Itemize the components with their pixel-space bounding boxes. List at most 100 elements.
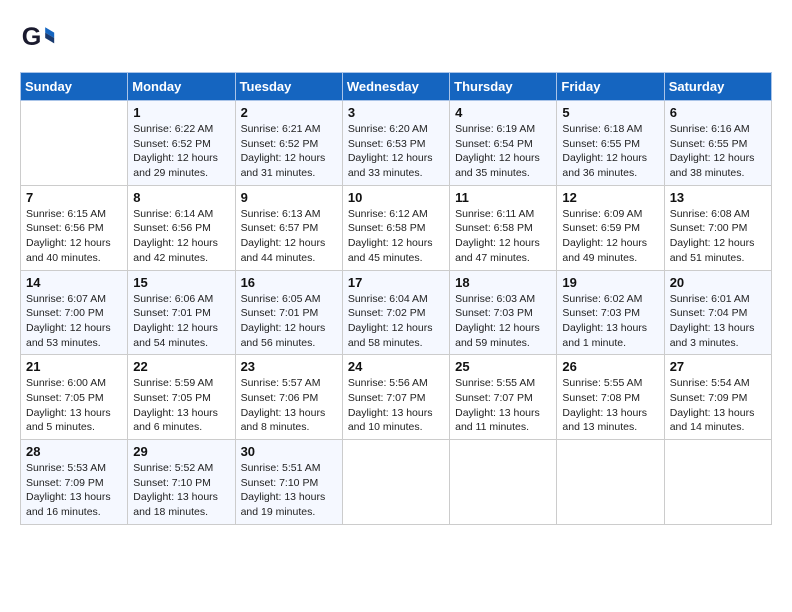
day-info: Sunrise: 6:18 AM Sunset: 6:55 PM Dayligh… [562, 122, 658, 181]
day-number: 27 [670, 359, 766, 374]
day-info: Sunrise: 6:08 AM Sunset: 7:00 PM Dayligh… [670, 207, 766, 266]
day-number: 22 [133, 359, 229, 374]
calendar-cell: 23 Sunrise: 5:57 AM Sunset: 7:06 PM Dayli… [235, 355, 342, 440]
day-number: 23 [241, 359, 337, 374]
weekday-header-saturday: Saturday [664, 73, 771, 101]
week-row-2: 7 Sunrise: 6:15 AM Sunset: 6:56 PM Daylig… [21, 185, 772, 270]
day-number: 4 [455, 105, 551, 120]
weekday-header-wednesday: Wednesday [342, 73, 449, 101]
calendar-cell: 20Sunrise: 6:01 AM Sunset: 7:04 PM Dayli… [664, 270, 771, 355]
calendar-body: 1 Sunrise: 6:22 AM Sunset: 6:52 PM Daylig… [21, 101, 772, 525]
day-number: 17 [348, 275, 444, 290]
day-info: Sunrise: 6:00 AM Sunset: 7:05 PM Dayligh… [26, 376, 122, 435]
calendar-cell: 6 Sunrise: 6:16 AM Sunset: 6:55 PM Daylig… [664, 101, 771, 186]
day-info: Sunrise: 5:51 AM Sunset: 7:10 PM Dayligh… [241, 461, 337, 520]
weekday-header-monday: Monday [128, 73, 235, 101]
calendar-cell: 7 Sunrise: 6:15 AM Sunset: 6:56 PM Daylig… [21, 185, 128, 270]
calendar-cell: 24Sunrise: 5:56 AM Sunset: 7:07 PM Dayli… [342, 355, 449, 440]
day-info: Sunrise: 6:16 AM Sunset: 6:55 PM Dayligh… [670, 122, 766, 181]
day-number: 2 [241, 105, 337, 120]
calendar-cell: 29Sunrise: 5:52 AM Sunset: 7:10 PM Dayli… [128, 440, 235, 525]
calendar-table: SundayMondayTuesdayWednesdayThursdayFrid… [20, 72, 772, 525]
calendar-cell: 9 Sunrise: 6:13 AM Sunset: 6:57 PM Daylig… [235, 185, 342, 270]
day-info: Sunrise: 6:20 AM Sunset: 6:53 PM Dayligh… [348, 122, 444, 181]
day-info: Sunrise: 5:54 AM Sunset: 7:09 PM Dayligh… [670, 376, 766, 435]
day-info: Sunrise: 6:09 AM Sunset: 6:59 PM Dayligh… [562, 207, 658, 266]
day-number: 24 [348, 359, 444, 374]
calendar-cell [557, 440, 664, 525]
day-number: 18 [455, 275, 551, 290]
day-info: Sunrise: 6:11 AM Sunset: 6:58 PM Dayligh… [455, 207, 551, 266]
calendar-cell: 5 Sunrise: 6:18 AM Sunset: 6:55 PM Daylig… [557, 101, 664, 186]
logo: G [20, 20, 60, 56]
calendar-cell: 28 Sunrise: 5:53 AM Sunset: 7:09 PM Dayli… [21, 440, 128, 525]
day-info: Sunrise: 6:02 AM Sunset: 7:03 PM Dayligh… [562, 292, 658, 351]
calendar-cell: 13Sunrise: 6:08 AM Sunset: 7:00 PM Dayli… [664, 185, 771, 270]
day-info: Sunrise: 6:15 AM Sunset: 6:56 PM Dayligh… [26, 207, 122, 266]
calendar-cell [21, 101, 128, 186]
day-number: 28 [26, 444, 122, 459]
day-number: 15 [133, 275, 229, 290]
calendar-cell: 16 Sunrise: 6:05 AM Sunset: 7:01 PM Dayli… [235, 270, 342, 355]
calendar-cell [664, 440, 771, 525]
calendar-cell: 21 Sunrise: 6:00 AM Sunset: 7:05 PM Dayli… [21, 355, 128, 440]
calendar-cell: 22 Sunrise: 5:59 AM Sunset: 7:05 PM Dayli… [128, 355, 235, 440]
day-number: 20 [670, 275, 766, 290]
calendar-cell: 25Sunrise: 5:55 AM Sunset: 7:07 PM Dayli… [450, 355, 557, 440]
calendar-cell: 2 Sunrise: 6:21 AM Sunset: 6:52 PM Daylig… [235, 101, 342, 186]
calendar-cell: 11Sunrise: 6:11 AM Sunset: 6:58 PM Dayli… [450, 185, 557, 270]
day-number: 7 [26, 190, 122, 205]
day-number: 14 [26, 275, 122, 290]
week-row-5: 28 Sunrise: 5:53 AM Sunset: 7:09 PM Dayli… [21, 440, 772, 525]
day-info: Sunrise: 5:57 AM Sunset: 7:06 PM Dayligh… [241, 376, 337, 435]
day-number: 30 [241, 444, 337, 459]
day-number: 1 [133, 105, 229, 120]
day-info: Sunrise: 6:14 AM Sunset: 6:56 PM Dayligh… [133, 207, 229, 266]
day-number: 6 [670, 105, 766, 120]
day-info: Sunrise: 6:05 AM Sunset: 7:01 PM Dayligh… [241, 292, 337, 351]
calendar-cell: 8 Sunrise: 6:14 AM Sunset: 6:56 PM Daylig… [128, 185, 235, 270]
day-info: Sunrise: 5:53 AM Sunset: 7:09 PM Dayligh… [26, 461, 122, 520]
calendar-cell [450, 440, 557, 525]
calendar-cell: 10Sunrise: 6:12 AM Sunset: 6:58 PM Dayli… [342, 185, 449, 270]
calendar-cell: 14 Sunrise: 6:07 AM Sunset: 7:00 PM Dayli… [21, 270, 128, 355]
week-row-4: 21 Sunrise: 6:00 AM Sunset: 7:05 PM Dayli… [21, 355, 772, 440]
day-number: 8 [133, 190, 229, 205]
calendar-cell: 15 Sunrise: 6:06 AM Sunset: 7:01 PM Dayli… [128, 270, 235, 355]
weekday-header-tuesday: Tuesday [235, 73, 342, 101]
day-number: 5 [562, 105, 658, 120]
weekday-header-sunday: Sunday [21, 73, 128, 101]
day-info: Sunrise: 6:13 AM Sunset: 6:57 PM Dayligh… [241, 207, 337, 266]
day-number: 16 [241, 275, 337, 290]
day-info: Sunrise: 6:21 AM Sunset: 6:52 PM Dayligh… [241, 122, 337, 181]
calendar-cell: 3Sunrise: 6:20 AM Sunset: 6:53 PM Daylig… [342, 101, 449, 186]
day-info: Sunrise: 6:22 AM Sunset: 6:52 PM Dayligh… [133, 122, 229, 181]
day-info: Sunrise: 6:19 AM Sunset: 6:54 PM Dayligh… [455, 122, 551, 181]
svg-text:G: G [22, 23, 42, 51]
week-row-3: 14 Sunrise: 6:07 AM Sunset: 7:00 PM Dayli… [21, 270, 772, 355]
calendar-cell: 27 Sunrise: 5:54 AM Sunset: 7:09 PM Dayli… [664, 355, 771, 440]
day-info: Sunrise: 6:03 AM Sunset: 7:03 PM Dayligh… [455, 292, 551, 351]
day-number: 10 [348, 190, 444, 205]
day-number: 21 [26, 359, 122, 374]
calendar-cell [342, 440, 449, 525]
day-info: Sunrise: 5:59 AM Sunset: 7:05 PM Dayligh… [133, 376, 229, 435]
calendar-cell: 12Sunrise: 6:09 AM Sunset: 6:59 PM Dayli… [557, 185, 664, 270]
week-row-1: 1 Sunrise: 6:22 AM Sunset: 6:52 PM Daylig… [21, 101, 772, 186]
day-info: Sunrise: 6:07 AM Sunset: 7:00 PM Dayligh… [26, 292, 122, 351]
day-number: 9 [241, 190, 337, 205]
logo-icon: G [20, 20, 56, 56]
calendar-cell: 18 Sunrise: 6:03 AM Sunset: 7:03 PM Dayli… [450, 270, 557, 355]
calendar-cell: 1 Sunrise: 6:22 AM Sunset: 6:52 PM Daylig… [128, 101, 235, 186]
day-info: Sunrise: 6:04 AM Sunset: 7:02 PM Dayligh… [348, 292, 444, 351]
page-header: G [20, 20, 772, 56]
calendar-cell: 30 Sunrise: 5:51 AM Sunset: 7:10 PM Dayli… [235, 440, 342, 525]
day-info: Sunrise: 5:55 AM Sunset: 7:08 PM Dayligh… [562, 376, 658, 435]
day-number: 19 [562, 275, 658, 290]
day-info: Sunrise: 6:06 AM Sunset: 7:01 PM Dayligh… [133, 292, 229, 351]
day-info: Sunrise: 5:55 AM Sunset: 7:07 PM Dayligh… [455, 376, 551, 435]
day-info: Sunrise: 5:52 AM Sunset: 7:10 PM Dayligh… [133, 461, 229, 520]
day-number: 26 [562, 359, 658, 374]
calendar-cell: 26 Sunrise: 5:55 AM Sunset: 7:08 PM Dayli… [557, 355, 664, 440]
calendar-cell: 17 Sunrise: 6:04 AM Sunset: 7:02 PM Dayli… [342, 270, 449, 355]
